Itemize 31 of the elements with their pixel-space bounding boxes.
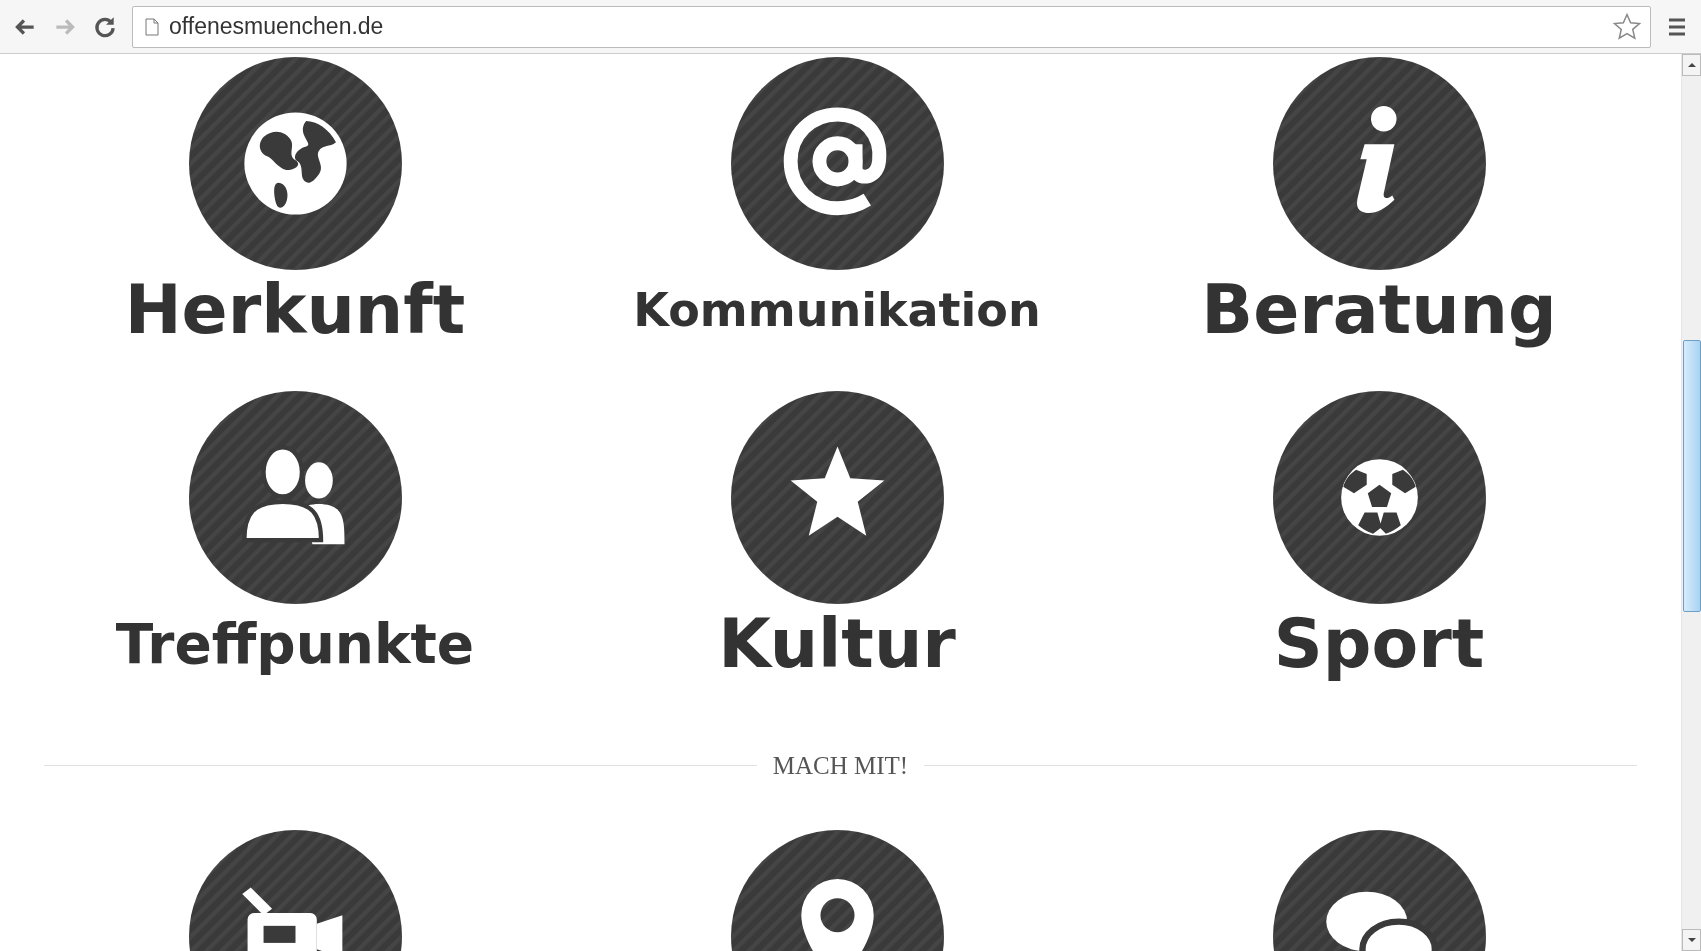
at-sign-icon — [783, 107, 886, 216]
people-icon — [241, 445, 344, 545]
at-sign-circle-button[interactable] — [730, 57, 944, 270]
info-icon — [1356, 106, 1397, 213]
scrollbar-thumb[interactable] — [1683, 340, 1701, 612]
info-circle-button[interactable] — [1272, 57, 1486, 270]
url-text: offenesmuenchen.de — [169, 13, 384, 40]
star-circle-button[interactable] — [730, 391, 944, 604]
globe-circle-button[interactable] — [188, 57, 402, 270]
soccer-ball-circle-button[interactable] — [1272, 391, 1486, 604]
people-circle-button[interactable] — [188, 391, 402, 604]
video-camera-icon — [241, 887, 342, 951]
scroll-down-button[interactable] — [1682, 929, 1701, 951]
scroll-up-button[interactable] — [1682, 54, 1701, 76]
up-caret-icon — [1687, 63, 1696, 67]
category-label[interactable]: Kultur — [718, 604, 956, 684]
location-pin-icon — [800, 879, 874, 951]
vertical-scrollbar[interactable] — [1681, 54, 1701, 951]
speech-bubbles-icon — [1325, 891, 1438, 951]
category-label[interactable]: Herkunft — [124, 270, 466, 350]
category-label[interactable]: Sport — [1273, 604, 1485, 684]
category-label[interactable]: Beratung — [1201, 270, 1557, 350]
category-label[interactable]: Kommunikation — [633, 270, 1041, 350]
globe-icon — [243, 112, 347, 215]
star-icon — [790, 446, 884, 536]
bookmark-star-icon[interactable] — [1612, 11, 1642, 42]
soccer-ball-icon — [1340, 459, 1418, 536]
category-label[interactable]: Treffpunkte — [115, 604, 475, 684]
page-icon — [145, 17, 159, 36]
down-caret-icon — [1687, 938, 1696, 942]
address-bar[interactable]: offenesmuenchen.de — [132, 5, 1651, 48]
